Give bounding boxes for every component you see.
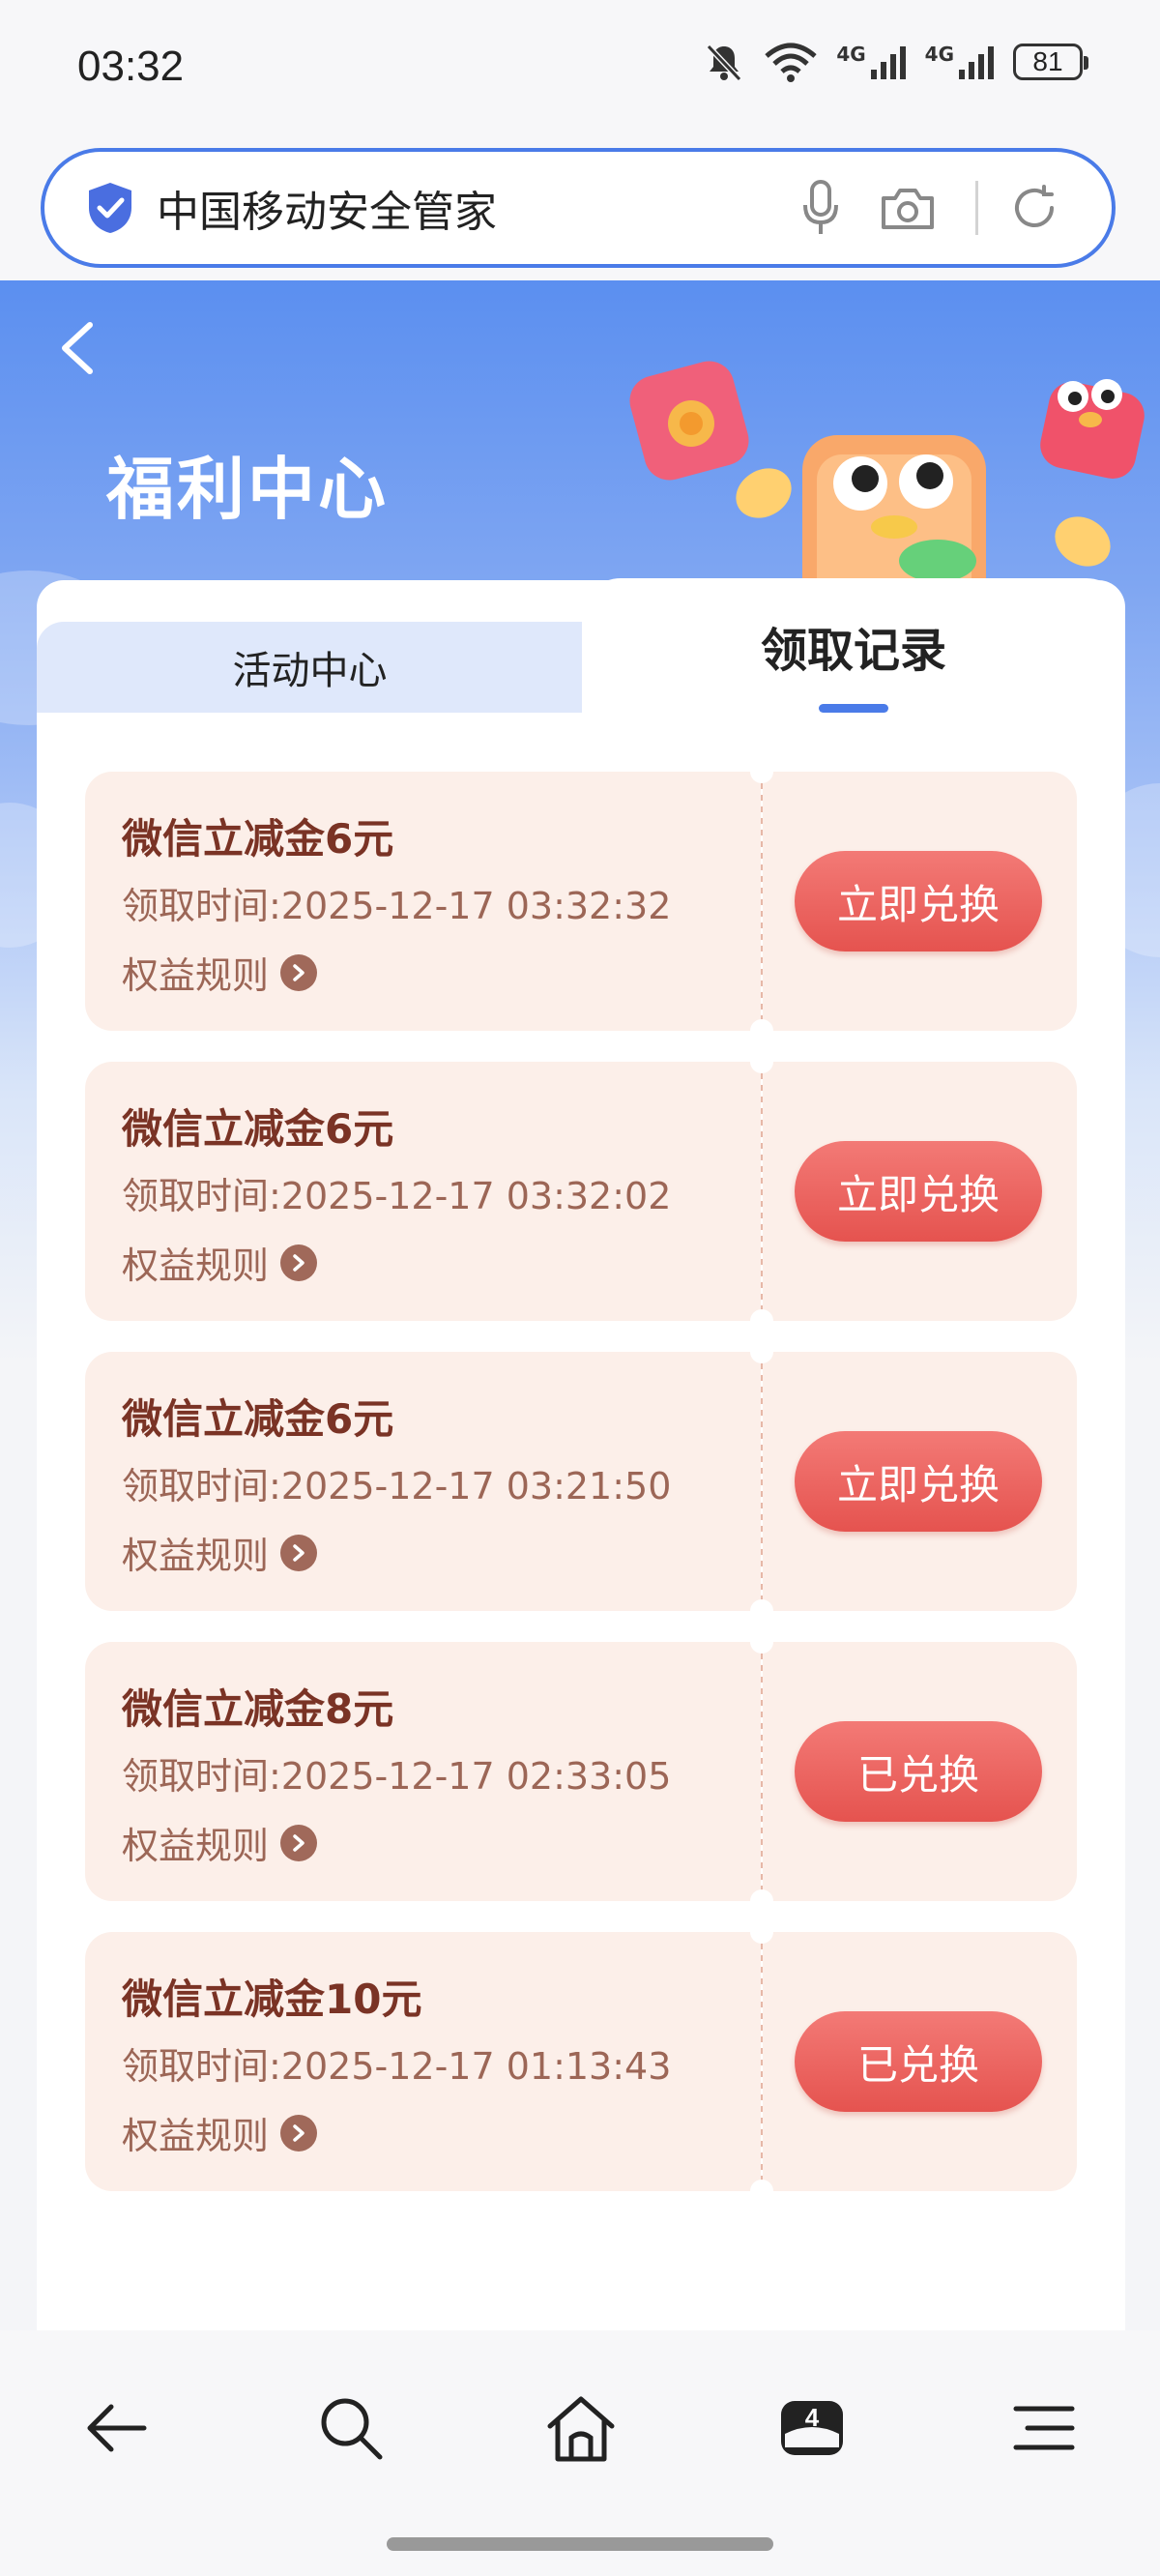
coupon-claim-time: 领取时间:2025-12-17 02:33:05 xyxy=(122,1755,672,1798)
perforation-line xyxy=(761,1642,763,1901)
coupon-title: 微信立减金6元 xyxy=(122,1395,394,1443)
chevron-right-icon xyxy=(280,2114,318,2152)
redeem-button[interactable]: 已兑换 xyxy=(795,2011,1042,2112)
signal-bars-icon xyxy=(870,46,906,79)
search-icon[interactable] xyxy=(307,2385,394,2472)
coupon-claim-time: 领取时间:2025-12-17 01:13:43 xyxy=(122,2045,672,2088)
refresh-icon[interactable] xyxy=(1005,179,1063,237)
benefit-rules-link[interactable]: 权益规则 xyxy=(122,2106,318,2159)
red-envelope-icon xyxy=(629,361,749,481)
bottom-navigation: 4 xyxy=(0,2330,1160,2576)
redeem-button[interactable]: 已兑换 xyxy=(795,1721,1042,1822)
status-time: 03:32 xyxy=(77,43,185,90)
benefit-rules-label: 权益规则 xyxy=(122,954,270,997)
notch-top xyxy=(750,1340,773,1363)
coupon-card: 微信立减金8元领取时间:2025-12-17 02:33:05 权益规则 已兑换 xyxy=(85,1630,1077,1913)
active-tab-indicator xyxy=(819,704,888,713)
coupon-title: 微信立减金6元 xyxy=(122,1105,394,1153)
network-label: 4G xyxy=(924,43,954,66)
chevron-right-icon xyxy=(280,1824,318,1861)
coupon-claim-time: 领取时间:2025-12-17 03:32:32 xyxy=(122,885,672,927)
redeem-button[interactable]: 立即兑换 xyxy=(795,851,1042,951)
coupon-claim-time: 领取时间:2025-12-17 03:32:02 xyxy=(122,1175,672,1217)
chevron-right-icon xyxy=(280,1534,318,1571)
gift-box-icon xyxy=(1040,379,1145,479)
signal-2: 4G xyxy=(925,43,996,81)
benefit-rules-label: 权益规则 xyxy=(122,1244,270,1287)
shield-check-icon xyxy=(89,183,131,233)
page-title: 福利中心 xyxy=(106,450,389,529)
notch-bottom xyxy=(750,1309,773,1332)
coupon-card: 微信立减金6元领取时间:2025-12-17 03:32:32 权益规则 立即兑换 xyxy=(85,760,1077,1042)
notch-bottom xyxy=(750,1889,773,1913)
home-icon[interactable] xyxy=(537,2385,624,2472)
benefit-rules-link[interactable]: 权益规则 xyxy=(122,946,318,999)
coupon-claim-time: 领取时间:2025-12-17 03:21:50 xyxy=(122,1465,672,1508)
benefit-rules-link[interactable]: 权益规则 xyxy=(122,1236,318,1289)
perforation-line xyxy=(761,772,763,1031)
notch-bottom xyxy=(750,1019,773,1042)
notch-top xyxy=(750,1920,773,1944)
coupon-title: 微信立减金6元 xyxy=(122,815,394,863)
perforation-line xyxy=(761,1352,763,1611)
browser-search-area: 中国移动安全管家 xyxy=(0,140,1160,280)
benefit-rules-link[interactable]: 权益规则 xyxy=(122,1816,318,1869)
mascot-illustration xyxy=(629,361,1145,600)
benefit-rules-label: 权益规则 xyxy=(122,2115,270,2157)
phone-character-icon xyxy=(802,435,986,600)
microphone-icon[interactable] xyxy=(792,179,850,237)
chevron-right-icon xyxy=(280,953,318,991)
battery-level: 81 xyxy=(1032,46,1063,76)
search-bar[interactable]: 中国移动安全管家 xyxy=(41,148,1116,268)
notch-top xyxy=(750,760,773,783)
camera-icon[interactable] xyxy=(879,179,937,237)
perforation-line xyxy=(761,1062,763,1321)
signal-1: 4G xyxy=(836,43,907,81)
mute-bell-icon xyxy=(707,44,742,82)
tabs-icon[interactable]: 4 xyxy=(768,2385,856,2472)
coupon-title: 微信立减金8元 xyxy=(122,1685,394,1733)
menu-icon[interactable] xyxy=(1000,2385,1088,2472)
benefit-rules-label: 权益规则 xyxy=(122,1535,270,1577)
coupon-title: 微信立减金10元 xyxy=(122,1976,422,2023)
signal-bars-icon xyxy=(959,46,994,79)
back-icon[interactable] xyxy=(53,319,102,377)
wifi-icon xyxy=(765,43,817,82)
redeem-button[interactable]: 立即兑换 xyxy=(795,1141,1042,1242)
search-input[interactable]: 中国移动安全管家 xyxy=(157,177,792,239)
notch-top xyxy=(750,1630,773,1654)
notch-bottom xyxy=(750,2180,773,2203)
coupon-card: 微信立减金6元领取时间:2025-12-17 03:21:50 权益规则 立即兑换 xyxy=(85,1340,1077,1623)
notch-top xyxy=(750,1050,773,1073)
benefit-rules-link[interactable]: 权益规则 xyxy=(122,1526,318,1579)
tab-activity-center[interactable]: 活动中心 xyxy=(37,622,583,713)
redeem-button[interactable]: 立即兑换 xyxy=(795,1431,1042,1532)
chevron-right-icon xyxy=(280,1244,318,1281)
tab-count: 4 xyxy=(805,2403,820,2432)
status-icons: 4G 4G 81 xyxy=(703,41,1088,83)
coupon-card: 微信立减金6元领取时间:2025-12-17 03:32:02 权益规则 立即兑换 xyxy=(85,1050,1077,1332)
search-divider xyxy=(975,181,978,235)
status-bar: 03:32 4G 4G 81 xyxy=(0,0,1160,140)
benefit-rules-label: 权益规则 xyxy=(122,1825,270,1867)
tab-claim-records[interactable]: 领取记录 xyxy=(582,578,1125,714)
battery-icon: 81 xyxy=(1013,44,1088,80)
network-label: 4G xyxy=(836,43,866,66)
home-indicator xyxy=(387,2537,773,2551)
back-arrow-icon[interactable] xyxy=(72,2385,160,2472)
notch-bottom xyxy=(750,1599,773,1623)
coupon-card: 微信立减金10元领取时间:2025-12-17 01:13:43 权益规则 已兑换 xyxy=(85,1920,1077,2203)
perforation-line xyxy=(761,1932,763,2191)
